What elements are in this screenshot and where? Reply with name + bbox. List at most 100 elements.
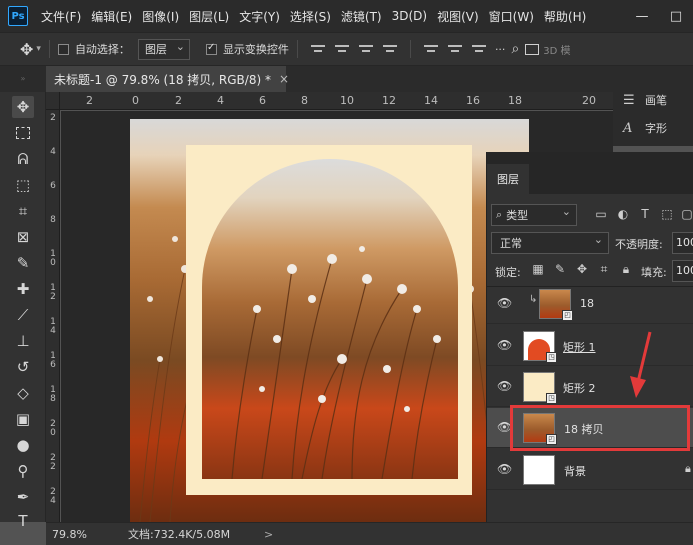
document-canvas[interactable] [130, 119, 529, 522]
vertical-ruler: 2 4 6 8 1 0 1 2 1 4 1 6 1 8 2 0 2 2 2 4 [46, 110, 60, 522]
layer-name[interactable]: 矩形 1 [563, 339, 596, 355]
filter-pixel-icon[interactable]: ▭ [593, 206, 609, 222]
divider [409, 40, 411, 58]
dodge-tool-icon[interactable]: ⚲ [12, 460, 34, 482]
align-right-icon[interactable] [358, 42, 373, 56]
layer-row[interactable]: 👁︎ 背景 🔒︎ [487, 450, 693, 490]
visibility-eye-icon[interactable]: 👁︎ [497, 379, 512, 393]
move-tool-icon[interactable]: ✥ [12, 96, 34, 118]
gradient-tool-icon[interactable]: ▣ [12, 408, 34, 430]
brush-tool-icon[interactable]: ⟋ [12, 304, 34, 326]
rectangle-1-arch-mask [202, 159, 458, 479]
layer-name[interactable]: 18 [580, 297, 594, 310]
filter-smart-object-icon[interactable]: ▢ [679, 206, 693, 222]
search-icon[interactable]: ⌕ [511, 41, 519, 57]
workspace-icon[interactable] [525, 43, 540, 55]
document-size: 文档:732.4K/5.08M [128, 528, 231, 541]
close-icon[interactable]: × [279, 72, 289, 86]
layer-name[interactable]: 背景 [564, 463, 586, 479]
ruler-label: 6 [259, 94, 266, 107]
align-left-icon[interactable] [310, 42, 325, 56]
lasso-tool-icon[interactable]: ᕱ [12, 148, 34, 170]
healing-brush-tool-icon[interactable]: ✚ [12, 278, 34, 300]
layer-thumbnail: ◳ [523, 331, 557, 363]
tab-layers[interactable]: 图层 [487, 164, 529, 194]
fill-input[interactable]: 100 [672, 260, 693, 282]
layers-panel: 图层 ⌕ 类型 ▭ ◐ T ⬚ ▢ 正常 不透明度: 100 锁定: ▦ ✎ ✥… [486, 152, 693, 522]
3d-mode-label: 3D 模 [543, 45, 571, 57]
lock-artboard-icon[interactable]: ⌗ [597, 262, 611, 278]
menu-layer[interactable]: 图层(L) [184, 8, 234, 25]
document-tab[interactable]: 未标题-1 @ 79.8% (18 拷贝, RGB/8) * × [46, 66, 289, 92]
ruler-label: 2 [175, 94, 182, 107]
align-middle-icon[interactable] [447, 42, 462, 56]
zoom-level[interactable]: 79.8% [46, 528, 118, 541]
lock-label: 锁定: [495, 266, 521, 279]
flower-image-clipped [231, 246, 441, 479]
layer-row[interactable]: 👁︎ ↳ ◰ 18 [487, 284, 693, 324]
eraser-tool-icon[interactable]: ◇ [12, 382, 34, 404]
photoshop-logo[interactable]: Ps [8, 6, 28, 26]
toolbar-grip[interactable]: » [0, 66, 46, 92]
menu-edit[interactable]: 编辑(E) [86, 8, 137, 25]
pen-tool-icon[interactable]: ✒ [12, 486, 34, 508]
brush-settings-panel-button[interactable]: ☰ 画笔 [623, 88, 693, 112]
blur-tool-icon[interactable]: ● [12, 434, 34, 456]
ruler-label: 2 [50, 113, 56, 123]
lock-all-icon[interactable]: 🔒︎ [619, 262, 633, 278]
menu-help[interactable]: 帮助(H) [539, 8, 591, 25]
ruler-label: 2 2 [50, 453, 56, 472]
chevron-down-icon[interactable]: ▾ [36, 44, 41, 54]
character-panel-button[interactable]: A 字形 [623, 116, 693, 140]
auto-select-checkbox[interactable] [57, 43, 69, 55]
menu-file[interactable]: 文件(F) [36, 8, 86, 25]
align-bottom-icon[interactable] [471, 42, 486, 56]
menu-filter[interactable]: 滤镜(T) [336, 8, 387, 25]
minimize-button[interactable]: — [625, 9, 659, 24]
layer-row[interactable]: 👁︎ ◳ 矩形 1 [487, 326, 693, 366]
menu-view[interactable]: 视图(V) [432, 8, 484, 25]
distribute-icon[interactable] [382, 42, 397, 56]
show-transform-checkbox[interactable] [205, 42, 217, 55]
ruler-label: 4 [50, 147, 56, 157]
align-top-icon[interactable] [423, 42, 438, 56]
layer-filter-dropdown[interactable]: ⌕ 类型 [491, 204, 577, 226]
history-brush-tool-icon[interactable]: ↺ [12, 356, 34, 378]
frame-tool-icon[interactable]: ⊠ [12, 226, 34, 248]
menu-select[interactable]: 选择(S) [285, 8, 336, 25]
layer-name[interactable]: 矩形 2 [563, 380, 596, 396]
visibility-eye-icon[interactable]: 👁︎ [497, 462, 512, 476]
auto-select-target-dropdown[interactable]: 图层 [137, 38, 190, 60]
quick-select-tool-icon[interactable]: ⬚ [12, 174, 34, 196]
menu-window[interactable]: 窗口(W) [484, 8, 539, 25]
visibility-eye-icon[interactable]: 👁︎ [497, 296, 512, 310]
opacity-input[interactable]: 100 [672, 232, 693, 254]
filter-adjustment-icon[interactable]: ◐ [615, 206, 631, 222]
visibility-eye-icon[interactable]: 👁︎ [497, 338, 512, 352]
ruler-origin[interactable] [46, 92, 60, 110]
lock-transparent-icon[interactable]: ▦ [531, 262, 545, 278]
ruler-label: 1 4 [50, 317, 56, 336]
stamp-tool-icon[interactable]: ⊥ [12, 330, 34, 352]
move-icon[interactable]: ✥ [20, 40, 33, 59]
layer-row[interactable]: 👁︎ ◳ 矩形 2 [487, 367, 693, 407]
lock-position-icon[interactable]: ✥ [575, 262, 589, 278]
blend-mode-dropdown[interactable]: 正常 [491, 232, 609, 254]
filter-type-icon[interactable]: T [637, 206, 653, 222]
fill-label: 填充: [641, 266, 667, 279]
marquee-tool-icon[interactable] [12, 122, 34, 144]
layers-panel-header: 图层 [487, 152, 693, 194]
crop-tool-icon[interactable]: ⌗ [12, 200, 34, 222]
menu-3d[interactable]: 3D(D) [387, 9, 432, 23]
status-menu-arrow-icon[interactable]: > [264, 528, 273, 541]
menu-type[interactable]: 文字(Y) [234, 8, 285, 25]
more-options-icon[interactable]: ··· [495, 43, 506, 56]
lock-image-icon[interactable]: ✎ [553, 262, 567, 278]
auto-select-label: 自动选择： [74, 43, 130, 56]
eyedropper-tool-icon[interactable]: ✎ [12, 252, 34, 274]
type-tool-icon[interactable]: T [12, 510, 34, 532]
filter-shape-icon[interactable]: ⬚ [659, 206, 675, 222]
align-center-icon[interactable] [334, 42, 349, 56]
maximize-button[interactable]: □ [659, 9, 693, 24]
menu-image[interactable]: 图像(I) [137, 8, 184, 25]
